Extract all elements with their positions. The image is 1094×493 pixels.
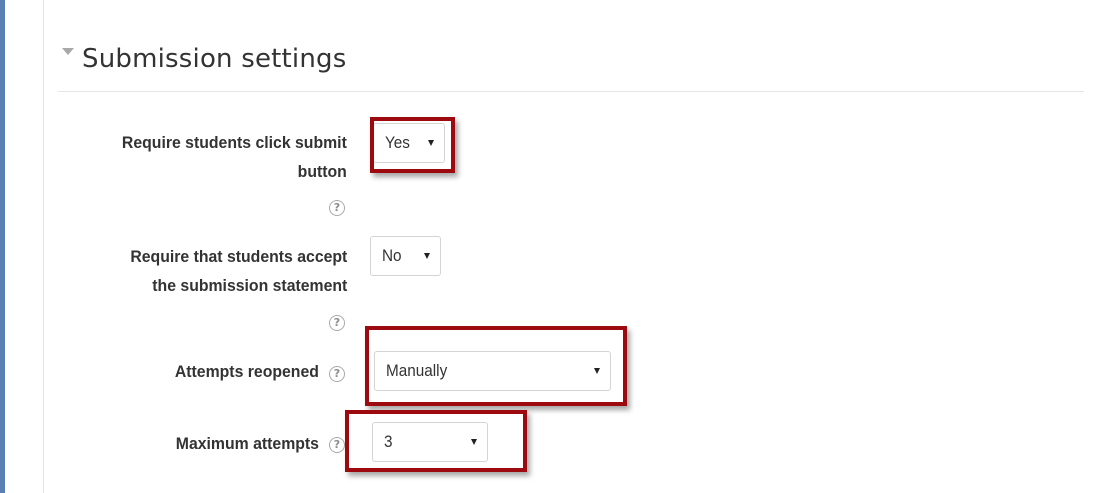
require-statement-select[interactable]: No [370,236,441,276]
require-statement-label-line1: Require that students accept [130,247,347,266]
dropdown-arrow-icon [471,439,477,445]
section-divider [58,91,1084,92]
dropdown-arrow-icon [424,253,430,259]
require-statement-label-line2: the submission statement [151,276,347,295]
section-header-submission-settings[interactable]: Submission settings [62,44,347,74]
require-statement-value: No [382,246,402,265]
attempts-reopened-value: Manually [386,361,448,380]
require-submit-label-line1: Require students click submit [122,133,347,152]
maximum-attempts-value: 3 [384,432,393,451]
content-divider [43,0,44,493]
maximum-attempts-select[interactable]: 3 [372,422,488,462]
help-icon[interactable]: ? [329,315,345,331]
require-submit-value: Yes [385,133,410,152]
section-title: Submission settings [82,44,347,74]
dropdown-arrow-icon [594,368,600,374]
require-statement-label: Require that students accept the submiss… [130,242,347,300]
help-icon[interactable]: ? [329,200,345,216]
require-submit-label-line2: button [297,162,347,181]
help-icon[interactable]: ? [329,366,345,382]
maximum-attempts-label: Maximum attempts [175,434,319,453]
require-submit-label: Require students click submit button [122,128,347,186]
attempts-reopened-select[interactable]: Manually [374,351,611,391]
left-accent-border [0,0,5,493]
help-icon[interactable]: ? [329,437,345,453]
caret-down-icon[interactable] [62,47,74,55]
dropdown-arrow-icon [428,140,434,146]
attempts-reopened-label: Attempts reopened [174,362,319,381]
require-submit-select[interactable]: Yes [373,123,445,163]
